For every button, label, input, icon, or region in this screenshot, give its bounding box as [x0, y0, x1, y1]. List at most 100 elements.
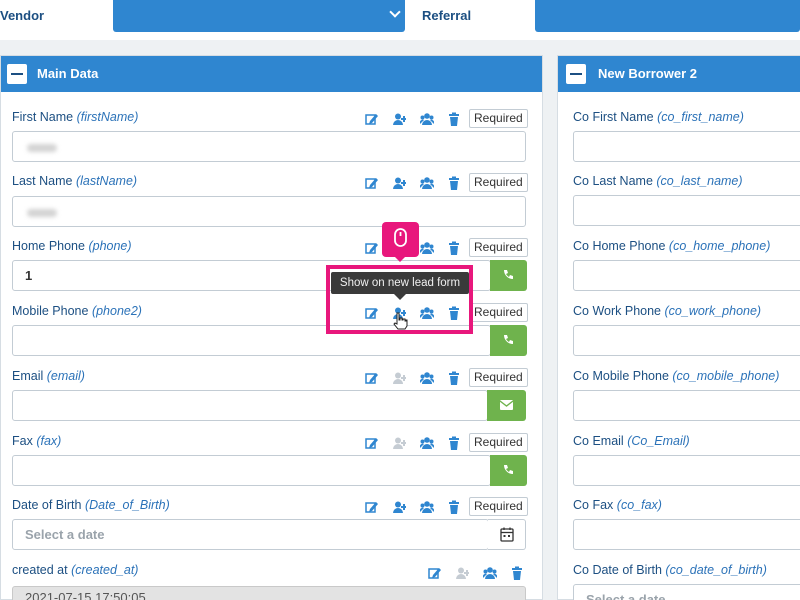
envelope-icon [499, 400, 514, 410]
borrower-field-label: Co Home Phone (co_home_phone) [573, 239, 770, 253]
borrower-field-label: Co Work Phone (co_work_phone) [573, 304, 761, 318]
vendor-select[interactable] [113, 0, 405, 32]
group-button[interactable] [420, 371, 434, 385]
edit-button[interactable] [364, 500, 378, 514]
edit-button[interactable] [427, 566, 441, 580]
add-user-icon [393, 437, 406, 449]
edit-icon [365, 178, 378, 189]
fax-call-button[interactable] [490, 455, 527, 486]
borrower-field-label-text: Co First Name [573, 110, 654, 124]
group-icon [420, 177, 434, 189]
edit-icon [365, 114, 378, 125]
group-button[interactable] [420, 112, 434, 126]
referral-select[interactable] [535, 0, 800, 32]
borrower-title: New Borrower 2 [598, 66, 697, 81]
mobile-phone-call-button[interactable] [490, 325, 527, 356]
mobile-phone-key: (phone2) [91, 304, 142, 318]
borrower-field-input[interactable] [573, 195, 800, 226]
created-at-key: (created_at) [71, 563, 139, 577]
edit-button[interactable] [364, 112, 378, 126]
borrower-collapse-toggle-button[interactable] [566, 64, 586, 84]
group-button[interactable] [483, 566, 497, 580]
group-button[interactable] [420, 241, 434, 255]
delete-field-button[interactable] [447, 176, 461, 190]
created-at-label-text: created at [12, 563, 68, 577]
fax-label-text: Fax [12, 434, 33, 448]
edit-button[interactable] [364, 371, 378, 385]
co-dob-placeholder: Select a date [586, 592, 666, 600]
borrower-field-label: Co Fax (co_fax) [573, 498, 662, 512]
delete-field-button[interactable] [447, 371, 461, 385]
fax-input[interactable] [12, 455, 491, 486]
add-user-icon [393, 113, 406, 125]
fax-key: (fax) [36, 434, 62, 448]
delete-field-button[interactable] [447, 436, 461, 450]
created-at-label: created at (created_at) [12, 563, 138, 577]
mobile-phone-label-text: Mobile Phone [12, 304, 89, 318]
required-toggle[interactable]: Required [469, 238, 528, 257]
email-key: (email) [46, 369, 85, 383]
borrower-field-input[interactable] [573, 325, 800, 356]
calendar-icon [500, 527, 514, 542]
top-bar: Vendor Referral [0, 0, 800, 40]
group-button[interactable] [420, 436, 434, 450]
borrower-field-input[interactable] [573, 131, 800, 162]
required-toggle[interactable]: Required [469, 368, 528, 387]
borrower-field-label-text: Co Home Phone [573, 239, 666, 253]
created-at-input: 2021-07-15 17:50:05 [12, 586, 526, 600]
required-toggle[interactable]: Required [469, 109, 528, 128]
add-user-button[interactable] [392, 176, 406, 190]
borrower-field-label: Co First Name (co_first_name) [573, 110, 744, 124]
add-user-button[interactable] [392, 371, 406, 385]
dob-input[interactable]: Select a date [12, 519, 489, 550]
home-phone-key: (phone) [88, 239, 132, 253]
delete-field-button[interactable] [447, 500, 461, 514]
fax-label: Fax (fax) [12, 434, 61, 448]
add-user-button[interactable] [392, 500, 406, 514]
borrower-field-key: (co_last_name) [656, 174, 743, 188]
delete-field-button[interactable] [447, 241, 461, 255]
email-input[interactable] [12, 390, 488, 421]
add-user-button[interactable] [392, 436, 406, 450]
edit-button[interactable] [364, 241, 378, 255]
required-toggle[interactable]: Required [469, 173, 528, 192]
last-name-input[interactable] [12, 196, 526, 227]
group-icon [420, 113, 434, 125]
required-toggle[interactable]: Required [469, 433, 528, 452]
mobile-phone-label: Mobile Phone (phone2) [12, 304, 142, 318]
borrower-field-input[interactable] [573, 519, 800, 550]
borrower-field-label: Co Email (Co_Email) [573, 434, 690, 448]
borrower-field-label: Co Date of Birth (co_date_of_birth) [573, 563, 767, 577]
main-data-header: Main Data [1, 56, 542, 92]
dob-key: (Date_of_Birth) [84, 498, 170, 512]
chevron-down-icon [389, 6, 401, 18]
add-user-button[interactable] [455, 566, 469, 580]
borrower-field-label: Co Last Name (co_last_name) [573, 174, 743, 188]
first-name-key: (firstName) [76, 110, 139, 124]
dob-placeholder: Select a date [25, 527, 105, 542]
referral-label: Referral [422, 8, 472, 23]
borrower-field-label-text: Co Fax [573, 498, 614, 512]
edit-icon [365, 243, 378, 254]
group-button[interactable] [420, 500, 434, 514]
delete-field-button[interactable] [447, 112, 461, 126]
borrower-field-input[interactable]: Select a date [573, 584, 800, 600]
edit-button[interactable] [364, 436, 378, 450]
edit-button[interactable] [364, 176, 378, 190]
first-name-input[interactable] [12, 131, 526, 162]
add-user-icon [393, 177, 406, 189]
required-toggle[interactable]: Required [469, 303, 528, 322]
group-button[interactable] [420, 176, 434, 190]
required-toggle[interactable]: Required [469, 497, 528, 516]
dob-calendar-button[interactable] [488, 519, 526, 550]
mouse-click-indicator [382, 222, 419, 262]
send-email-button[interactable] [487, 390, 526, 421]
home-phone-call-button[interactable] [490, 260, 527, 291]
home-phone-label: Home Phone (phone) [12, 239, 132, 253]
borrower-field-input[interactable] [573, 455, 800, 486]
add-user-button[interactable] [392, 112, 406, 126]
borrower-field-input[interactable] [573, 390, 800, 421]
delete-field-button[interactable] [510, 566, 524, 580]
collapse-toggle-button[interactable] [7, 64, 27, 84]
borrower-field-input[interactable] [573, 260, 800, 291]
